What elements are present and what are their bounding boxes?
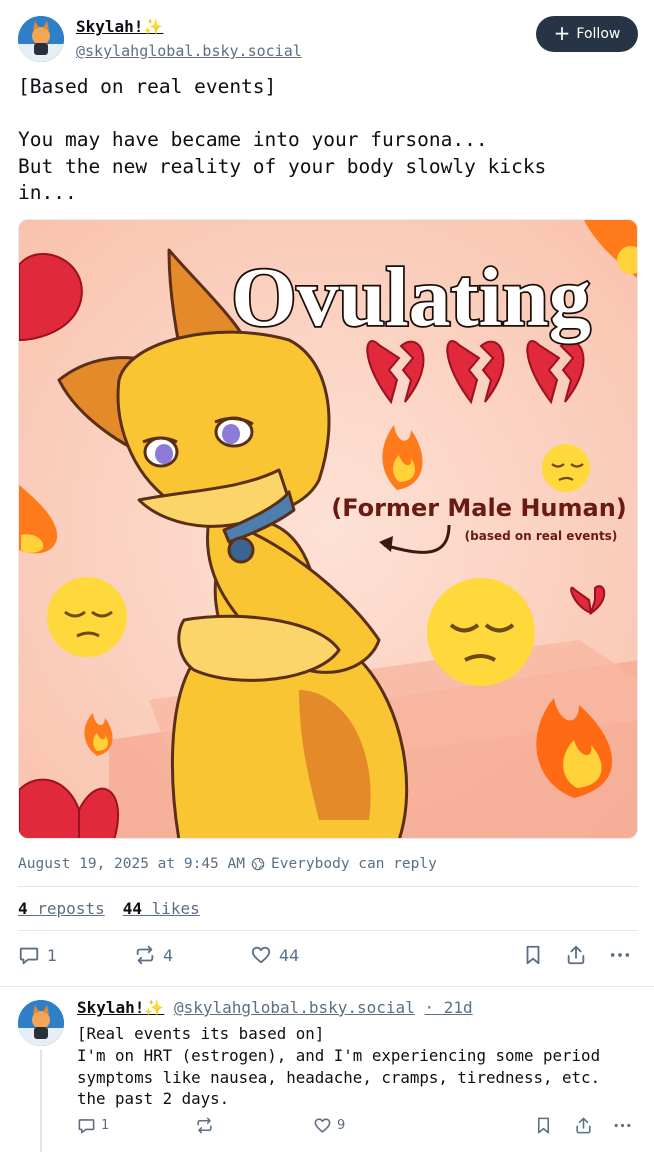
reply-count: 1: [47, 945, 58, 965]
heart-icon: [251, 946, 271, 964]
reply-repost-button[interactable]: [195, 1116, 219, 1135]
repost-arrows-icon: [136, 945, 154, 965]
reposts-label: reposts: [37, 899, 105, 918]
speech-bubble-icon: [78, 1119, 95, 1134]
bookmark-icon: [537, 1117, 550, 1134]
author-display-name[interactable]: Skylah!✨: [76, 17, 163, 36]
reply-bookmark-button[interactable]: [534, 1116, 553, 1135]
ellipsis-icon: [614, 1123, 631, 1128]
repost-button[interactable]: 4: [134, 944, 173, 966]
share-icon: [567, 945, 585, 965]
reply-like-count: 9: [337, 1118, 346, 1133]
reply-button[interactable]: 1: [18, 944, 57, 966]
post-text: [Based on real events] You may have beca…: [18, 75, 547, 204]
reply-reply-button[interactable]: 1: [77, 1116, 109, 1135]
divider: [18, 930, 638, 931]
author-avatar[interactable]: [18, 16, 64, 62]
bookmark-button[interactable]: [522, 944, 544, 966]
likes-label: likes: [151, 899, 200, 918]
post-header: Skylah!✨ @skylahglobal.bsky.social + Fol…: [18, 16, 638, 64]
image-title-text: Ovulating: [231, 251, 590, 344]
divider: [18, 886, 638, 887]
author-handle[interactable]: @skylahglobal.bsky.social: [76, 42, 302, 60]
reply-like-button[interactable]: 9: [313, 1116, 345, 1135]
reply-more-options-button[interactable]: [613, 1116, 632, 1135]
like-button[interactable]: 44: [250, 944, 299, 966]
image-caption-text: (based on real events): [465, 529, 618, 543]
reposts-count: 4: [18, 899, 28, 918]
reply-time-ago[interactable]: · 21d: [424, 998, 472, 1017]
reply-author-avatar[interactable]: [18, 1000, 64, 1046]
reply-share-button[interactable]: [574, 1116, 593, 1135]
post-meta: August 19, 2025 at 9:45 AM Everybody can…: [18, 856, 437, 872]
reply-setting[interactable]: Everybody can reply: [271, 856, 437, 872]
more-options-button[interactable]: [609, 944, 631, 966]
post-image[interactable]: Ovulating (Former Male Human) (based on …: [18, 219, 638, 839]
follow-button-label: Follow: [576, 26, 621, 42]
bookmark-icon: [526, 945, 540, 965]
repost-arrows-icon: [197, 1117, 212, 1134]
repost-count: 4: [163, 945, 174, 965]
like-count: 44: [279, 945, 300, 965]
image-subtitle-text: (Former Male Human): [331, 494, 627, 522]
post-timestamp[interactable]: August 19, 2025 at 9:45 AM: [18, 856, 245, 872]
reply-text: [Real events its based on] I'm on HRT (e…: [77, 1024, 601, 1109]
speech-bubble-icon: [19, 947, 39, 965]
post-stats: 4 reposts 44 likes: [18, 899, 200, 918]
section-divider: [0, 986, 654, 987]
reposts-link[interactable]: 4 reposts: [18, 899, 105, 918]
share-icon: [576, 1117, 591, 1134]
plus-icon: +: [553, 21, 571, 45]
share-button[interactable]: [565, 944, 587, 966]
ellipsis-icon: [610, 953, 630, 957]
reply-reply-count: 1: [101, 1118, 110, 1133]
reply-action-bar: 1 9: [77, 1116, 638, 1138]
post-action-bar: 1 4 44: [18, 944, 638, 972]
thread-line: [40, 1050, 42, 1152]
post-illustration: Ovulating (Former Male Human) (based on …: [19, 220, 637, 838]
globe-icon: [251, 857, 265, 871]
reply-author-handle[interactable]: @skylahglobal.bsky.social: [174, 998, 415, 1017]
reply-header: Skylah!✨ @skylahglobal.bsky.social · 21d: [77, 998, 473, 1017]
likes-count: 44: [122, 899, 142, 918]
follow-button[interactable]: + Follow: [536, 16, 638, 52]
likes-link[interactable]: 44 likes: [123, 899, 200, 918]
reply-author-display-name[interactable]: Skylah!✨: [77, 998, 164, 1017]
heart-icon: [314, 1118, 331, 1133]
